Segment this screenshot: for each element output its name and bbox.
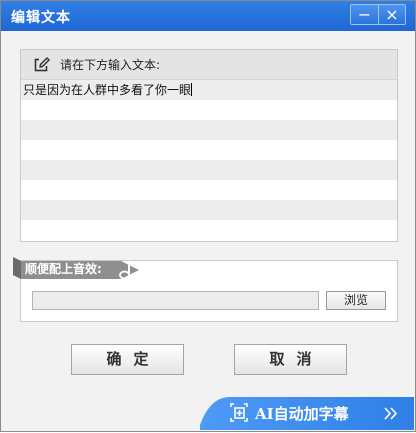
text-panel-header: 请在下方输入文本: [21, 50, 397, 80]
ai-subtitle-banner[interactable]: AI自动加字幕 [200, 397, 414, 430]
text-line[interactable] [21, 100, 397, 120]
title-bar[interactable]: 编辑文本 − × [1, 1, 415, 31]
text-line[interactable]: 只是因为在人群中多看了你一眼 [21, 80, 397, 100]
text-line[interactable] [21, 200, 397, 220]
cancel-button[interactable]: 取消 [234, 344, 347, 375]
edit-icon [34, 56, 50, 71]
close-icon: × [385, 5, 399, 24]
sound-effect-panel: 顺便配上音效: 浏览 [13, 257, 398, 322]
text-panel-label: 请在下方输入文本: [60, 58, 161, 72]
text-line[interactable] [21, 120, 397, 140]
sound-effect-tab: 顺便配上音效: [13, 257, 139, 280]
browse-button[interactable]: 浏览 [326, 291, 386, 310]
sound-file-path-input[interactable] [32, 291, 319, 310]
ok-button[interactable]: 确定 [71, 344, 184, 375]
window-controls: − × [350, 4, 406, 25]
close-button[interactable]: × [378, 5, 405, 24]
text-line[interactable] [21, 160, 397, 180]
minimize-icon: − [357, 5, 372, 24]
sound-effect-label: 顺便配上音效: [25, 262, 102, 276]
ai-subtitle-label: AI自动加字幕 [255, 405, 349, 423]
text-line[interactable] [21, 180, 397, 200]
text-line[interactable] [21, 140, 397, 160]
window-title: 编辑文本 [11, 10, 71, 26]
text-input-panel: 请在下方输入文本: 只是因为在人群中多看了你一眼 [20, 49, 398, 242]
minimize-button[interactable]: − [351, 5, 378, 24]
text-line[interactable] [21, 220, 397, 240]
text-editor[interactable]: 只是因为在人群中多看了你一眼 [21, 80, 397, 240]
text-caret [191, 83, 193, 96]
text-line-content: 只是因为在人群中多看了你一眼 [23, 83, 192, 97]
edit-text-dialog: 编辑文本 − × 请在下方输入文本: 只是因为在人群中多看了你一眼 顺便配上音效… [0, 0, 416, 432]
